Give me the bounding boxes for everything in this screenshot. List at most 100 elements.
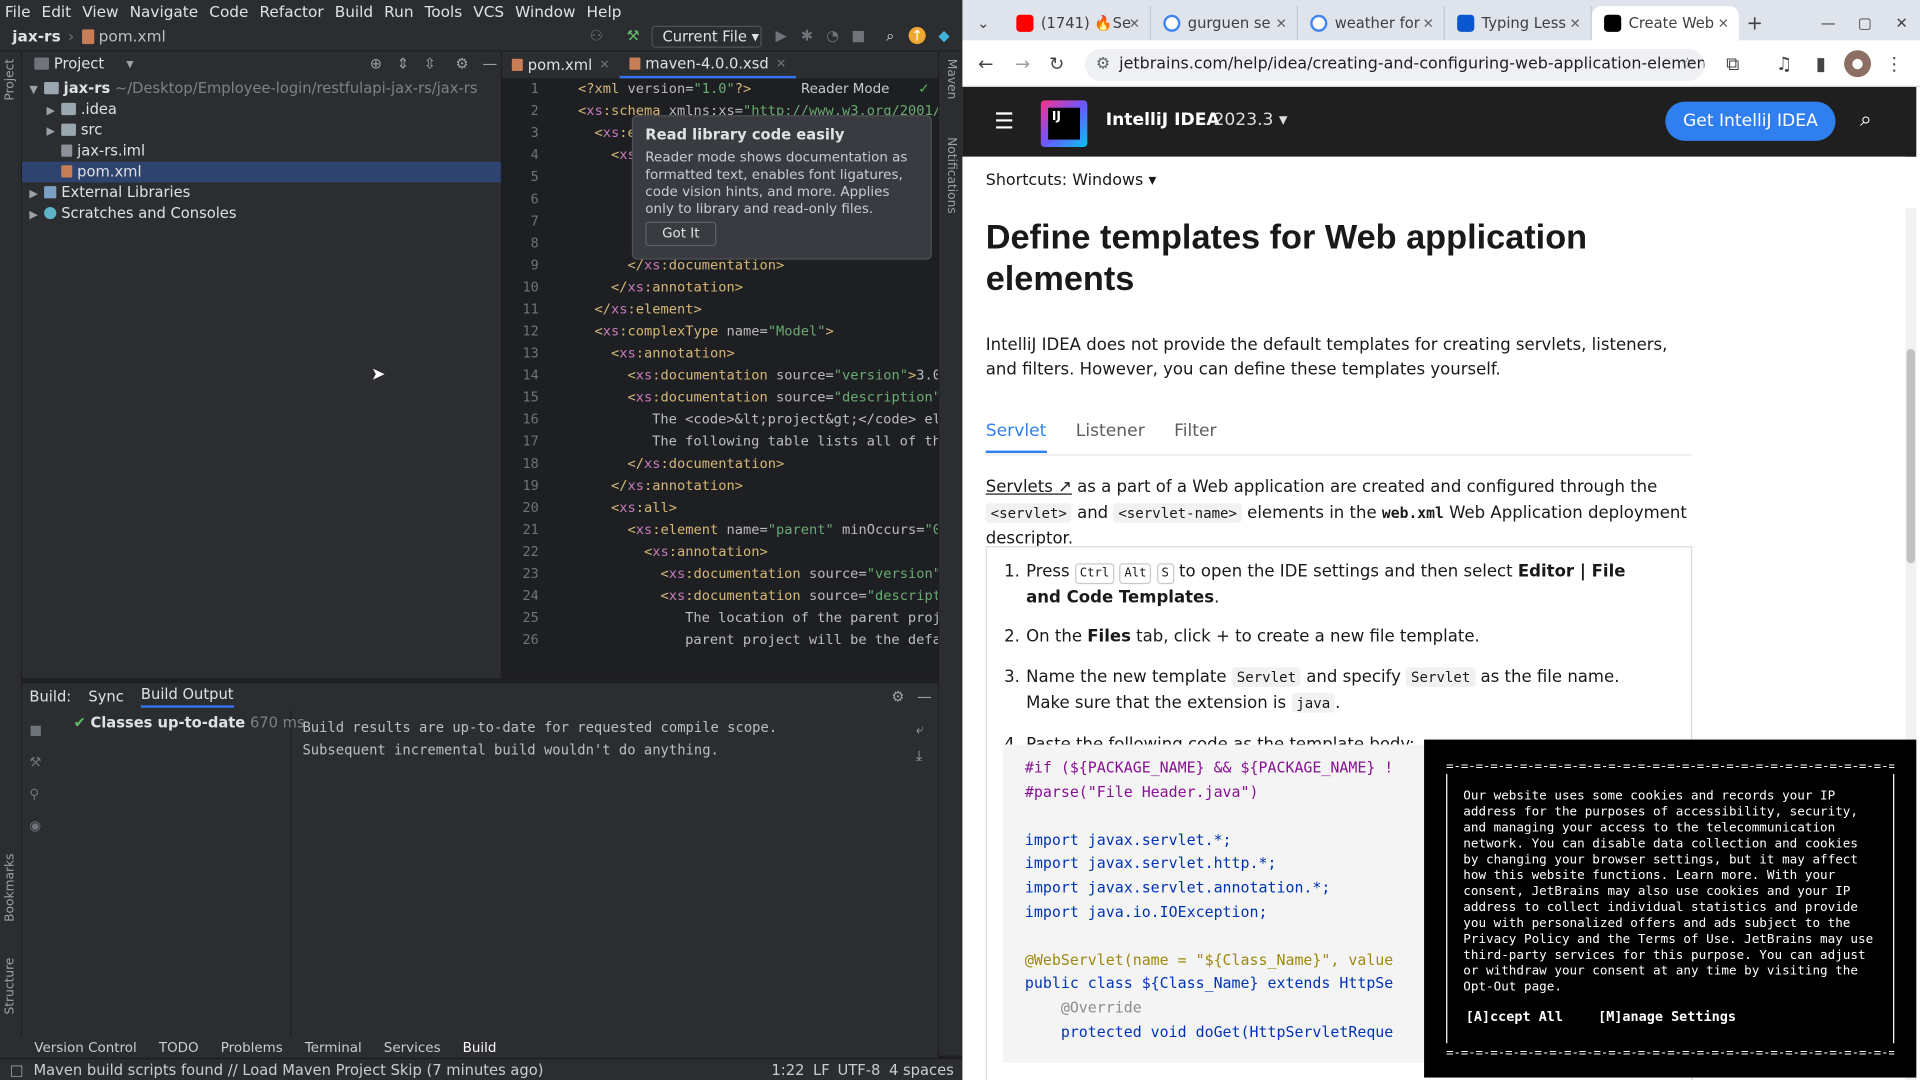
structure-tool-label[interactable]: Structure bbox=[4, 958, 17, 1015]
close-icon[interactable]: ✕ bbox=[1129, 15, 1140, 31]
tab-search-icon[interactable]: ⌄ bbox=[962, 6, 1004, 40]
close-window-icon[interactable]: ✕ bbox=[1883, 15, 1920, 32]
url-field[interactable]: ⚙ jetbrains.com/help/idea/creating-and-c… bbox=[1084, 48, 1705, 81]
build-hammer-icon[interactable]: ⚒ bbox=[624, 27, 641, 44]
tab-servlet[interactable]: Servlet bbox=[985, 421, 1047, 454]
run-icon[interactable]: ▶ bbox=[773, 27, 790, 44]
project-panel-title[interactable]: Project bbox=[54, 55, 104, 72]
get-intellij-button[interactable]: Get IntelliJ IDEA bbox=[1665, 101, 1836, 141]
vcs-user-icon[interactable]: ⚇ bbox=[588, 27, 605, 44]
tab-filter[interactable]: Filter bbox=[1174, 421, 1216, 453]
expand-all-icon[interactable]: ⇕ bbox=[397, 55, 409, 72]
menu-window[interactable]: Window bbox=[515, 2, 575, 20]
close-icon[interactable]: ✕ bbox=[1423, 15, 1434, 31]
build-tab-sync[interactable]: Sync bbox=[88, 688, 123, 705]
menu-file[interactable]: File bbox=[5, 2, 31, 20]
intellij-logo[interactable]: IJ bbox=[1040, 100, 1088, 147]
pin-icon[interactable]: ⚲ bbox=[29, 779, 46, 811]
editor-tab-pom[interactable]: pom.xml ✕ bbox=[502, 51, 620, 78]
accept-all-button[interactable]: [A]ccept All bbox=[1466, 1009, 1563, 1025]
minimize-icon[interactable]: — bbox=[1810, 15, 1847, 32]
menu-tools[interactable]: Tools bbox=[425, 2, 463, 20]
browser-menu-icon[interactable]: ⋮ bbox=[1881, 50, 1908, 77]
menu-view[interactable]: View bbox=[82, 2, 118, 20]
build-tab-output[interactable]: Build Output bbox=[140, 686, 234, 708]
coverage-icon[interactable]: ◔ bbox=[824, 27, 841, 44]
close-icon[interactable]: ✕ bbox=[1570, 15, 1581, 31]
reload-icon[interactable]: ↻ bbox=[1043, 50, 1070, 77]
tree-item-iml[interactable]: jax-rs.iml bbox=[22, 141, 501, 162]
maven-tool-label[interactable]: Maven bbox=[944, 59, 957, 100]
tool-services[interactable]: Services bbox=[384, 1040, 441, 1056]
extensions-icon[interactable]: ⧉ bbox=[1719, 50, 1746, 77]
minimize-icon[interactable]: — bbox=[482, 55, 497, 72]
tree-item-pom[interactable]: pom.xml bbox=[22, 161, 501, 183]
update-icon[interactable]: ↑ bbox=[908, 26, 926, 45]
run-configuration-select[interactable]: Current File ▾ bbox=[651, 25, 762, 48]
version-select[interactable]: 2023.3 ▾ bbox=[1213, 110, 1287, 130]
menu-build[interactable]: Build bbox=[335, 2, 373, 20]
menu-code[interactable]: Code bbox=[209, 2, 248, 20]
close-icon[interactable]: ✕ bbox=[776, 57, 786, 70]
tree-item-external-libraries[interactable]: ▶ External Libraries bbox=[22, 182, 501, 203]
breadcrumb-file[interactable]: pom.xml bbox=[99, 27, 166, 45]
side-panel-icon[interactable]: ▮ bbox=[1807, 50, 1834, 77]
close-icon[interactable]: ✕ bbox=[1276, 15, 1287, 31]
menu-run[interactable]: Run bbox=[384, 2, 413, 20]
eye-icon[interactable]: ◉ bbox=[29, 811, 46, 843]
build-output[interactable]: Build results are up-to-date for request… bbox=[296, 710, 908, 1038]
soft-wrap-icon[interactable]: ⤶ bbox=[916, 715, 924, 742]
notifications-tool-label[interactable]: Notifications bbox=[944, 137, 957, 214]
close-icon[interactable]: ✕ bbox=[600, 58, 610, 71]
search-icon[interactable]: ⌕ bbox=[882, 27, 899, 44]
bookmarks-tool-label[interactable]: Bookmarks bbox=[4, 853, 17, 921]
product-name[interactable]: IntelliJ IDEA bbox=[1106, 110, 1220, 130]
tool-todo[interactable]: TODO bbox=[159, 1040, 199, 1056]
project-tool-label[interactable]: Project bbox=[4, 59, 17, 101]
collapse-all-icon[interactable]: ⇳ bbox=[424, 55, 436, 72]
gear-icon[interactable]: ⚙ bbox=[456, 55, 469, 72]
tree-item-src[interactable]: ▶ src bbox=[22, 120, 501, 141]
chevron-down-icon[interactable]: ▾ bbox=[126, 55, 133, 72]
debug-icon[interactable]: ✱ bbox=[798, 27, 815, 44]
bookmark-star-icon[interactable]: ☆ bbox=[1680, 49, 1694, 81]
browser-tab-youtube[interactable]: (1741) 🔥Se ✕ bbox=[1004, 6, 1152, 41]
menu-help[interactable]: Help bbox=[587, 2, 622, 20]
tree-item-idea[interactable]: ▶ .idea bbox=[22, 99, 501, 120]
tool-build[interactable]: Build bbox=[463, 1040, 497, 1056]
indent-setting[interactable]: 4 spaces bbox=[889, 1061, 954, 1078]
line-separator[interactable]: LF bbox=[813, 1061, 830, 1078]
tree-root[interactable]: ▼ jax-rs ~/Desktop/Employee-login/restful… bbox=[22, 78, 501, 99]
stop-icon[interactable]: ■ bbox=[850, 27, 867, 44]
browser-tab-google-2[interactable]: weather for ✕ bbox=[1298, 6, 1445, 41]
menu-edit[interactable]: Edit bbox=[42, 2, 72, 20]
status-message[interactable]: Maven build scripts found // Load Maven … bbox=[33, 1061, 543, 1078]
menu-navigate[interactable]: Navigate bbox=[130, 2, 199, 20]
editor-tab-xsd[interactable]: maven-4.0.0.xsd ✕ bbox=[619, 51, 797, 79]
tool-problems[interactable]: Problems bbox=[221, 1040, 283, 1056]
file-encoding[interactable]: UTF-8 bbox=[838, 1061, 881, 1078]
tool-version-control[interactable]: Version Control bbox=[34, 1040, 137, 1056]
browser-tab-jetbrains[interactable]: Create Web ✕ bbox=[1591, 6, 1739, 41]
shortcuts-select[interactable]: Shortcuts: Windows ▾ bbox=[986, 171, 1157, 189]
avatar[interactable]: ● bbox=[1844, 50, 1872, 78]
menu-vcs[interactable]: VCS bbox=[473, 2, 504, 20]
chevron-right-icon[interactable]: ▶ bbox=[29, 206, 44, 227]
hamburger-menu-icon[interactable]: ☰ bbox=[994, 109, 1014, 135]
back-icon[interactable]: ← bbox=[972, 50, 999, 77]
media-icon[interactable]: ♫ bbox=[1771, 50, 1798, 77]
maximize-icon[interactable]: ▢ bbox=[1847, 15, 1884, 32]
site-info-icon[interactable]: ⚙ bbox=[1096, 49, 1110, 81]
wrench-icon[interactable]: ⚒ bbox=[29, 747, 46, 779]
stop-icon[interactable]: ■ bbox=[29, 715, 46, 747]
got-it-button[interactable]: Got It bbox=[645, 221, 717, 247]
new-tab-icon[interactable]: + bbox=[1739, 6, 1771, 40]
tool-terminal[interactable]: Terminal bbox=[305, 1040, 362, 1056]
gear-icon[interactable]: ⚙ bbox=[891, 688, 904, 705]
forward-icon[interactable]: → bbox=[1009, 50, 1036, 77]
browser-tab-google-1[interactable]: gurguen se ✕ bbox=[1151, 6, 1298, 41]
build-tree-item[interactable]: ✔ Classes up-to-date 670 ms bbox=[73, 714, 304, 731]
servlets-link[interactable]: Servlets ↗ bbox=[986, 478, 1072, 498]
menu-refactor[interactable]: Refactor bbox=[259, 2, 323, 20]
caret-position[interactable]: 1:22 bbox=[771, 1061, 804, 1078]
